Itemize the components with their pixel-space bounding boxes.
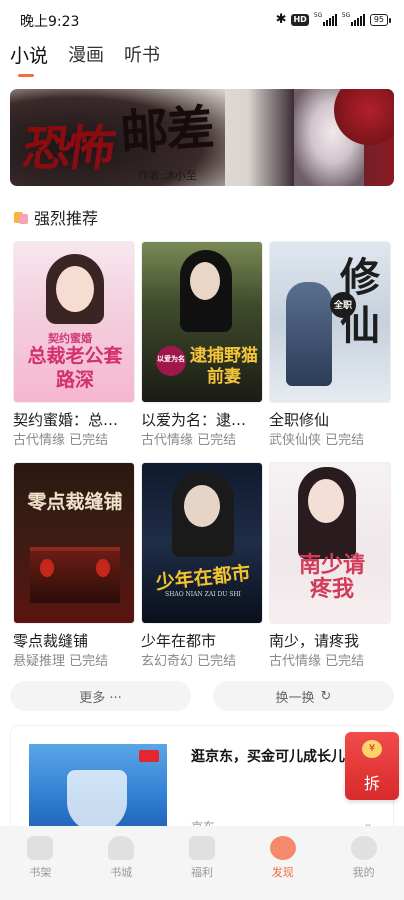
ad-title: 逛京东，买金可儿成长儿 (191, 749, 345, 765)
book-card[interactable]: 南少请疼我 南少，请疼我 古代情缘 已完结 (269, 462, 391, 671)
status-bar: 晚上9:23 ✱ HD 5G 5G 95 (0, 0, 404, 38)
active-tab-indicator (18, 74, 34, 77)
book-cover[interactable]: 少年在都市 SHAO NIAN ZAI DU SHI (141, 462, 263, 624)
bookstore-icon (108, 836, 135, 860)
coin-icon: ¥ (362, 740, 382, 758)
book-title[interactable]: 全职修仙 (269, 411, 391, 429)
status-time: 晚上9:23 (20, 14, 80, 30)
refresh-button[interactable]: 换一换 ↻ (213, 681, 394, 711)
book-title[interactable]: 以爱为名：逮… (141, 411, 263, 429)
battery-icon: 95 (369, 13, 392, 26)
book-cover[interactable]: 契约蜜婚 总裁老公套路深 (13, 241, 135, 403)
book-title[interactable]: 南少，请疼我 (269, 632, 391, 650)
banner-title-part2: 邮差 (118, 99, 215, 163)
promo-banner[interactable]: 恐怖 邮差 作者:沐小至 (10, 89, 394, 186)
jd-logo-icon (139, 750, 159, 762)
book-meta: 古代情缘 已完结 (269, 654, 365, 669)
banner-title-part1: 恐怖 (19, 121, 116, 177)
bottom-navigation: 书架 书城 福利 发现 我的 (0, 826, 404, 900)
tab-audiobook[interactable]: 听书 (124, 42, 160, 82)
book-cover[interactable]: 南少请疼我 (269, 462, 391, 624)
book-meta: 武侠仙侠 已完结 (269, 433, 365, 448)
book-card[interactable]: 契约蜜婚 总裁老公套路深 契约蜜婚：总… 古代情缘 已完结 (13, 241, 135, 450)
nav-bookstore[interactable]: 书城 (81, 826, 162, 900)
book-cover[interactable]: 零点裁缝铺 (13, 462, 135, 624)
book-card[interactable]: 以爱为名 逮捕野猫前妻 以爱为名：逮… 古代情缘 已完结 (141, 241, 263, 450)
book-card[interactable]: 少年在都市 SHAO NIAN ZAI DU SHI 少年在都市 玄幻奇幻 已完… (141, 462, 263, 671)
book-card[interactable]: 修仙 全职 全职修仙 武侠仙侠 已完结 (269, 241, 391, 450)
bluetooth-icon: ✱ (275, 12, 287, 27)
refresh-icon: ↻ (320, 688, 332, 704)
shield-icon (67, 770, 127, 832)
nav-welfare[interactable]: 福利 (162, 826, 243, 900)
bookshelf-icon (27, 836, 54, 860)
book-meta: 悬疑推理 已完结 (13, 654, 109, 669)
discover-icon (269, 836, 296, 860)
book-meta: 玄幻奇幻 已完结 (141, 654, 237, 669)
status-icons: ✱ HD 5G 5G 95 (275, 12, 392, 27)
hd-badge: HD (291, 13, 309, 26)
book-title[interactable]: 少年在都市 (141, 632, 263, 650)
book-meta: 古代情缘 已完结 (13, 433, 109, 448)
tab-novel[interactable]: 小说 (10, 42, 48, 82)
book-meta: 古代情缘 已完结 (141, 433, 237, 448)
book-cover[interactable]: 修仙 全职 (269, 241, 391, 403)
banner-subtitle: 作者:沐小至 (138, 169, 197, 182)
book-cover[interactable]: 以爱为名 逮捕野猫前妻 (141, 241, 263, 403)
recommend-actions: 更多 ··· 换一换 ↻ (10, 681, 394, 711)
more-button[interactable]: 更多 ··· (10, 681, 191, 711)
ad-image (29, 744, 167, 834)
section-header: 强烈推荐 (14, 205, 98, 229)
book-title[interactable]: 零点裁缝铺 (13, 632, 135, 650)
recommend-icon (14, 210, 28, 224)
gift-icon (188, 836, 215, 860)
nav-profile[interactable]: 我的 (323, 826, 404, 900)
red-packet-label: 拆 (363, 774, 380, 793)
ad-card[interactable]: 逛京东，买金可儿成长儿 京东 ⌄ (10, 725, 394, 835)
profile-icon (350, 836, 377, 860)
signal-icon: 5G (314, 12, 337, 26)
red-packet-button[interactable]: ¥ 拆 (345, 732, 399, 800)
signal-icon: 5G (342, 12, 365, 26)
section-title: 强烈推荐 (34, 209, 99, 228)
book-title[interactable]: 契约蜜婚：总… (13, 411, 135, 429)
category-tabs: 小说 漫画 听书 (10, 42, 160, 82)
book-card[interactable]: 零点裁缝铺 零点裁缝铺 悬疑推理 已完结 (13, 462, 135, 671)
nav-discover[interactable]: 发现 (242, 826, 323, 900)
tab-comic[interactable]: 漫画 (68, 42, 104, 82)
nav-bookshelf[interactable]: 书架 (0, 826, 81, 900)
